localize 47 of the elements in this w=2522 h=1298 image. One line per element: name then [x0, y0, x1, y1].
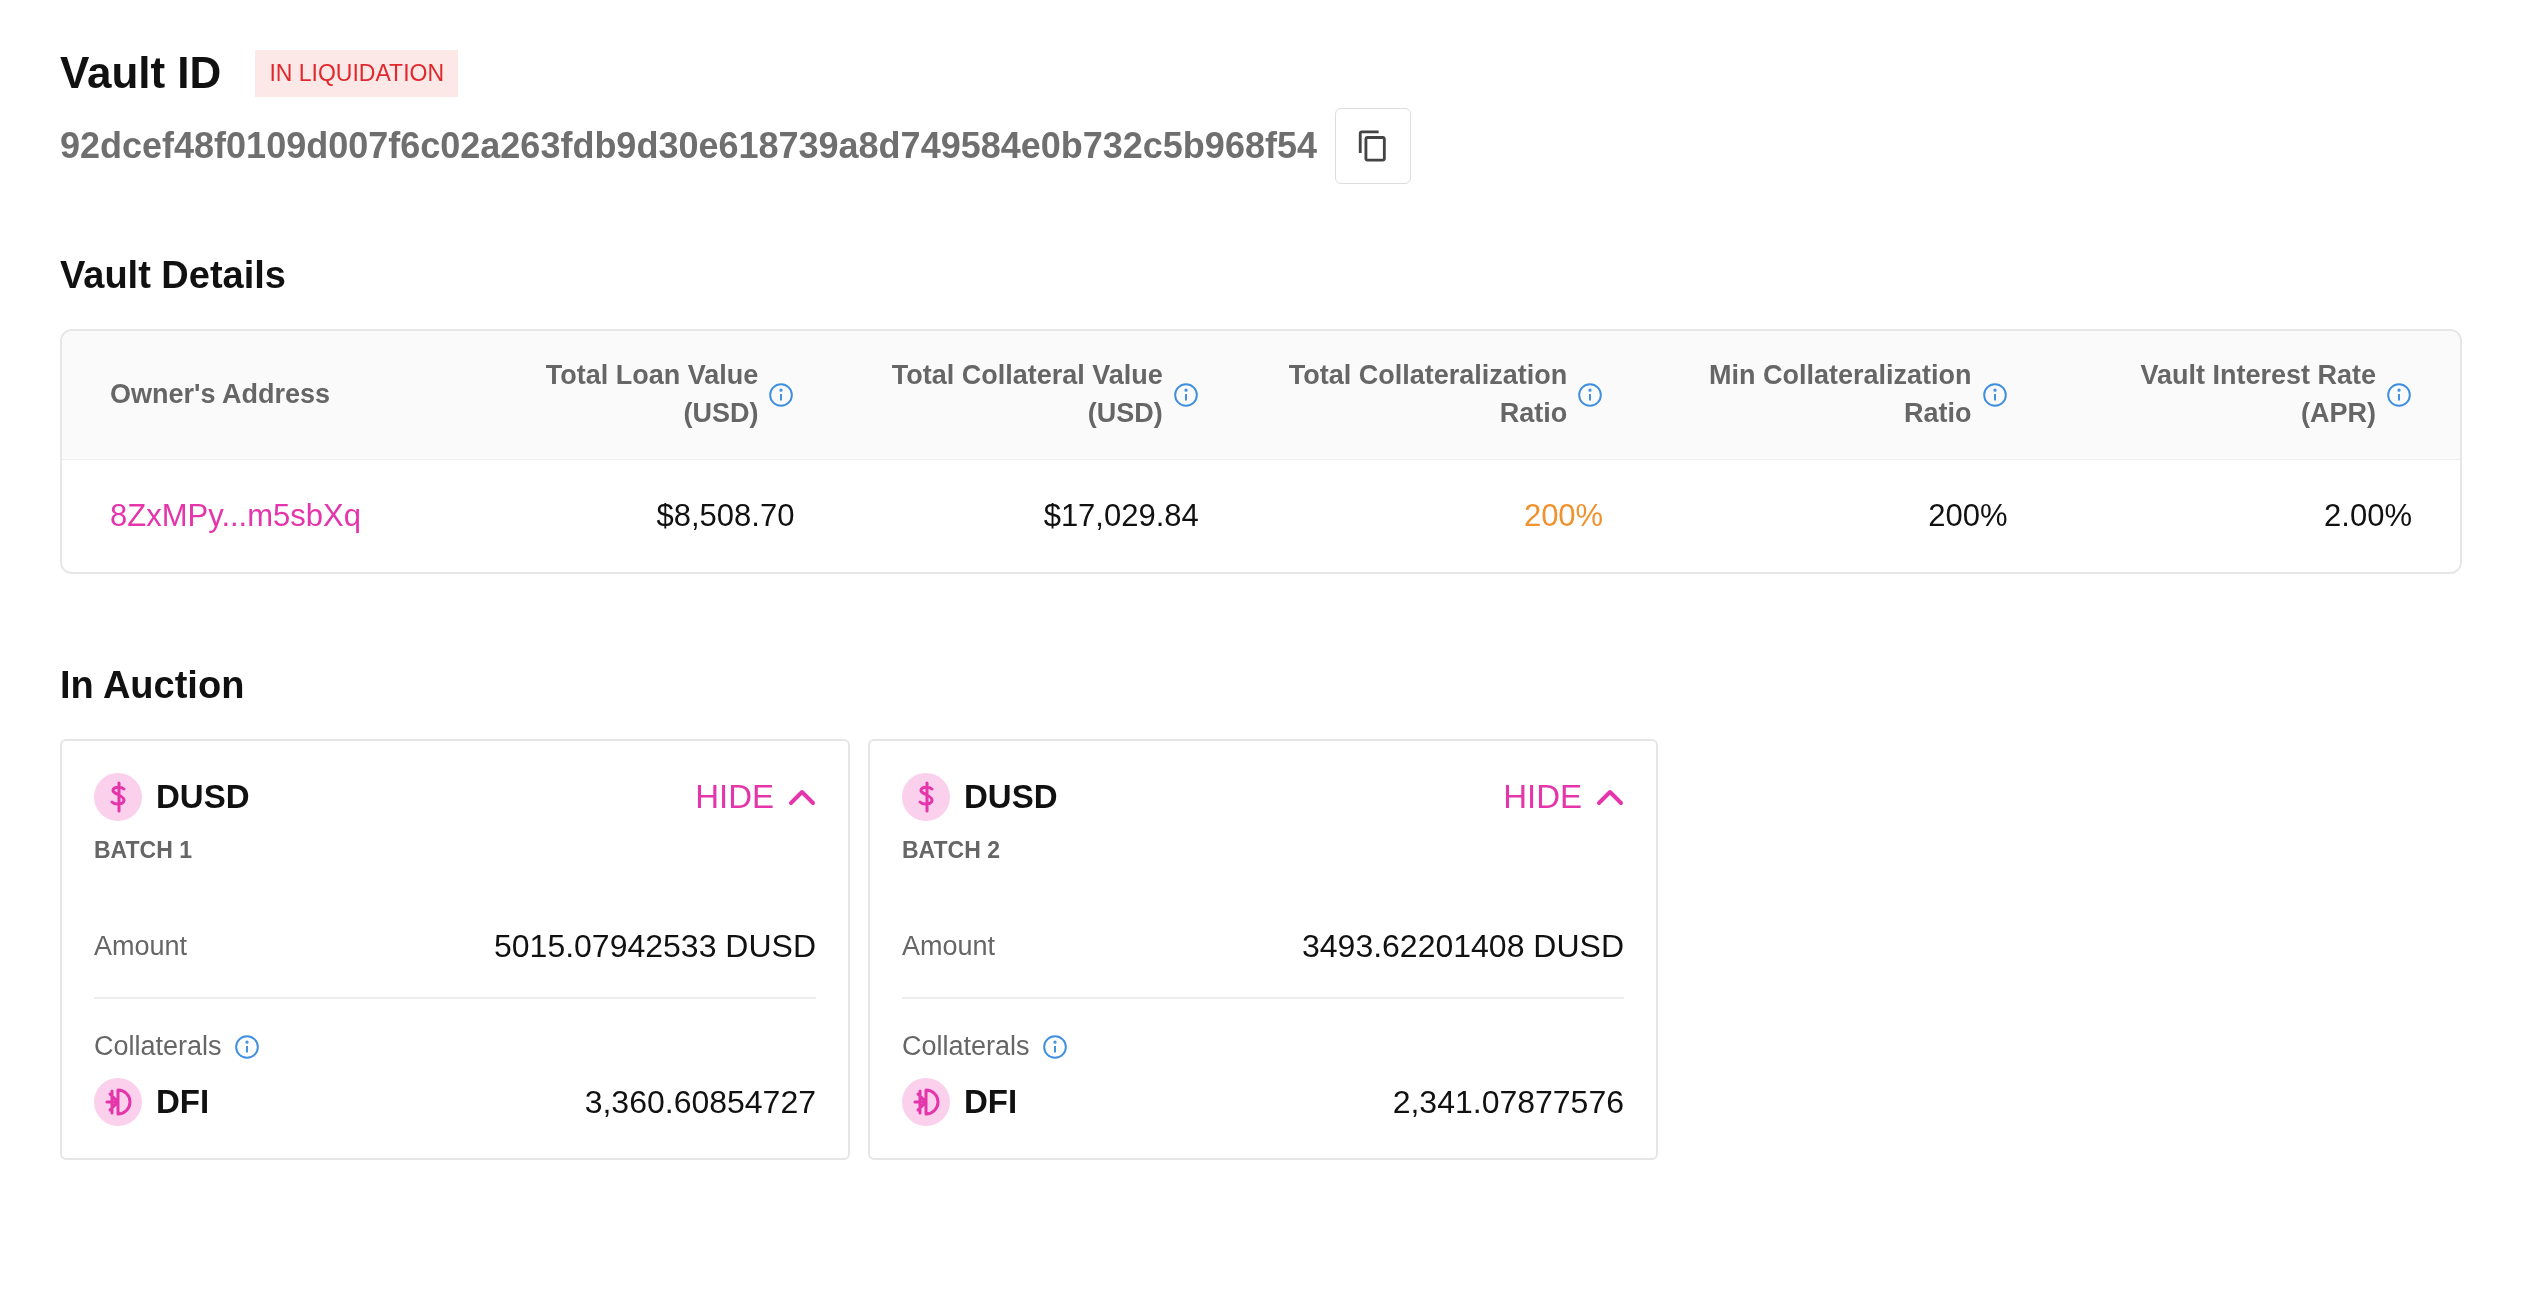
column-header: Total Collateralization Ratio	[1287, 359, 1568, 430]
amount-value: 5015.07942533 DUSD	[494, 928, 816, 965]
table-cell-text: 200%	[1927, 498, 2008, 534]
section-title: In Auction	[60, 664, 246, 707]
chevron-up-icon	[1596, 788, 1624, 806]
owner-address-link[interactable]: 8ZxMPy...m5sbXq	[110, 498, 390, 534]
info-icon	[1172, 382, 1199, 408]
token-name: DFI	[964, 1083, 1018, 1121]
collateral-amount: 2,341.07877576	[1392, 1083, 1624, 1121]
status-badge: IN LIQUIDATION	[255, 49, 459, 97]
table-cell-text: 2.00%	[2323, 498, 2412, 534]
hide-toggle[interactable]: HIDE	[695, 778, 816, 816]
column-header: Vault Interest Rate (APR)	[2139, 359, 2376, 430]
info-icon	[1577, 382, 1604, 408]
column-header: Total Loan Value (USD)	[544, 359, 759, 430]
collaterals-label: Collaterals	[902, 1031, 1030, 1062]
collaterals-label: Collaterals	[94, 1031, 222, 1062]
amount-value: 3493.62201408 DUSD	[1302, 928, 1624, 965]
collateral-amount: 3,360.60854727	[584, 1083, 816, 1121]
copy-button[interactable]	[1334, 108, 1411, 184]
info-icon	[768, 382, 795, 408]
token-name: DUSD	[156, 778, 250, 816]
page-title: Vault ID	[60, 48, 222, 98]
dfi-token-icon	[902, 1078, 950, 1126]
info-icon	[2386, 382, 2412, 408]
column-header: Owner's Address	[110, 378, 330, 412]
section-title: Vault Details	[60, 254, 287, 297]
table-cell-text: 200%	[1522, 498, 1604, 534]
table-cell-text: $17,029.84	[1042, 498, 1199, 534]
info-icon	[1981, 382, 2008, 408]
batch-label: BATCH 1	[94, 837, 193, 864]
dfi-token-icon	[94, 1078, 142, 1126]
token-name: DFI	[156, 1083, 210, 1121]
amount-label: Amount	[94, 931, 188, 962]
chevron-up-icon	[788, 788, 816, 806]
token-name: DUSD	[964, 778, 1058, 816]
column-header: Total Collateral Value (USD)	[890, 359, 1163, 430]
table-cell-text: $8,508.70	[655, 498, 795, 534]
dollar-token-icon	[902, 773, 950, 821]
vault-id: 92dcef48f0109d007f6c02a263fdb9d30e618739a8d749584e0b732c5b968f54	[60, 125, 1317, 167]
dollar-token-icon	[94, 773, 142, 821]
batch-label: BATCH 2	[902, 837, 1001, 864]
hide-toggle[interactable]: HIDE	[1503, 778, 1624, 816]
info-icon	[1041, 1033, 1068, 1060]
amount-label: Amount	[902, 931, 996, 962]
column-header: Min Collateralization Ratio	[1708, 359, 1972, 430]
info-icon	[233, 1033, 260, 1060]
